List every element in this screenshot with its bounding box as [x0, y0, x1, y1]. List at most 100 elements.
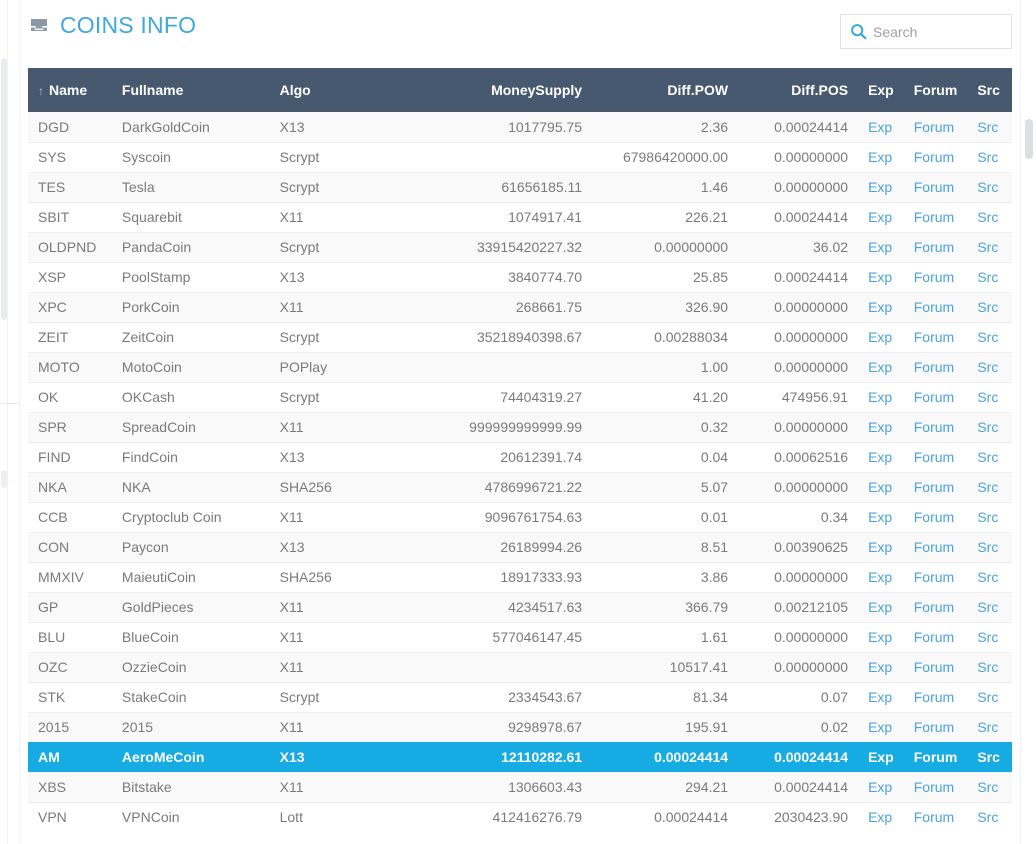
forum-link[interactable]: Forum — [914, 539, 954, 555]
exp-link[interactable]: Exp — [868, 719, 892, 735]
forum-link[interactable]: Forum — [914, 479, 954, 495]
forum-link[interactable]: Forum — [914, 359, 954, 375]
table-row[interactable]: TES Tesla Scrypt 61656185.11 1.46 0.00000000 E… — [28, 171, 1012, 202]
table-row[interactable]: SPR SpreadCoin X11 999999999999.99 0.32 0.000… — [28, 411, 1012, 442]
forum-link[interactable]: Forum — [914, 329, 954, 345]
column-header-name[interactable]: ↑ Name — [28, 68, 112, 112]
forum-link[interactable]: Forum — [914, 149, 954, 165]
table-row[interactable]: AM AeroMeCoin X13 12110282.61 0.00024414 0.00… — [28, 741, 1012, 772]
src-link[interactable]: Src — [977, 389, 998, 405]
column-header-src[interactable]: Src — [967, 68, 1012, 112]
forum-link[interactable]: Forum — [914, 629, 954, 645]
exp-link[interactable]: Exp — [868, 209, 892, 225]
forum-link[interactable]: Forum — [914, 779, 954, 795]
src-link[interactable]: Src — [977, 449, 998, 465]
src-link[interactable]: Src — [977, 479, 998, 495]
table-row[interactable]: SYS Syscoin Scrypt 67986420000.00 0.00000000… — [28, 141, 1012, 172]
table-row[interactable]: ZEIT ZeitCoin Scrypt 35218940398.67 0.002880… — [28, 321, 1012, 352]
src-link[interactable]: Src — [977, 749, 1000, 765]
forum-link[interactable]: Forum — [914, 749, 958, 765]
exp-link[interactable]: Exp — [868, 329, 892, 345]
exp-link[interactable]: Exp — [868, 539, 892, 555]
forum-link[interactable]: Forum — [914, 269, 954, 285]
left-edge-scroll-thumb[interactable] — [1, 58, 7, 320]
page-scrollbar[interactable] — [1020, 0, 1036, 844]
forum-link[interactable]: Forum — [914, 719, 954, 735]
table-row[interactable]: BLU BlueCoin X11 577046147.45 1.61 0.00000000… — [28, 621, 1012, 652]
forum-link[interactable]: Forum — [914, 239, 954, 255]
table-row[interactable]: OK OKCash Scrypt 74404319.27 41.20 474956.91 E… — [28, 381, 1012, 412]
exp-link[interactable]: Exp — [868, 599, 892, 615]
exp-link[interactable]: Exp — [868, 359, 892, 375]
src-link[interactable]: Src — [977, 239, 998, 255]
table-row[interactable]: VPN VPNCoin Lott 412416276.79 0.00024414 2030… — [28, 801, 1012, 832]
src-link[interactable]: Src — [977, 149, 998, 165]
column-header-exp[interactable]: Exp — [858, 68, 904, 112]
table-row[interactable]: 2015 2015 X11 9298978.67 195.91 0.02 Exp Forum S… — [28, 711, 1012, 742]
forum-link[interactable]: Forum — [914, 389, 954, 405]
src-link[interactable]: Src — [977, 809, 998, 825]
src-link[interactable]: Src — [977, 689, 998, 705]
table-row[interactable]: SBIT Squarebit X11 1074917.41 226.21 0.000244… — [28, 201, 1012, 232]
table-row[interactable]: CON Paycon X13 26189994.26 8.51 0.00390625 Exp… — [28, 531, 1012, 562]
src-link[interactable]: Src — [977, 329, 998, 345]
src-link[interactable]: Src — [977, 719, 998, 735]
column-header-diff-pow[interactable]: Diff.POW — [592, 68, 739, 112]
forum-link[interactable]: Forum — [914, 689, 954, 705]
src-link[interactable]: Src — [977, 509, 998, 525]
table-row[interactable]: XBS Bitstake X11 1306603.43 294.21 0.00024414… — [28, 771, 1012, 802]
forum-link[interactable]: Forum — [914, 419, 954, 435]
exp-link[interactable]: Exp — [868, 779, 892, 795]
exp-link[interactable]: Exp — [868, 689, 892, 705]
exp-link[interactable]: Exp — [868, 389, 892, 405]
table-row[interactable]: DGD DarkGoldCoin X13 1017795.75 2.36 0.000244… — [28, 112, 1012, 142]
exp-link[interactable]: Exp — [868, 449, 892, 465]
exp-link[interactable]: Exp — [868, 659, 892, 675]
forum-link[interactable]: Forum — [914, 209, 954, 225]
table-row[interactable]: FIND FindCoin X13 20612391.74 0.04 0.00062516… — [28, 441, 1012, 472]
exp-link[interactable]: Exp — [868, 269, 892, 285]
table-row[interactable]: XSP PoolStamp X13 3840774.70 25.85 0.00024414… — [28, 261, 1012, 292]
exp-link[interactable]: Exp — [868, 629, 892, 645]
exp-link[interactable]: Exp — [868, 569, 892, 585]
table-row[interactable]: GP GoldPieces X11 4234517.63 366.79 0.0021210… — [28, 591, 1012, 622]
table-row[interactable]: OLDPND PandaCoin Scrypt 33915420227.32 0.000… — [28, 231, 1012, 262]
page-scrollbar-thumb[interactable] — [1025, 119, 1033, 159]
src-link[interactable]: Src — [977, 629, 998, 645]
exp-link[interactable]: Exp — [868, 749, 894, 765]
src-link[interactable]: Src — [977, 779, 998, 795]
forum-link[interactable]: Forum — [914, 179, 954, 195]
left-edge-scroll-thumb-secondary[interactable] — [1, 470, 7, 488]
exp-link[interactable]: Exp — [868, 239, 892, 255]
src-link[interactable]: Src — [977, 569, 998, 585]
exp-link[interactable]: Exp — [868, 509, 892, 525]
column-header-forum[interactable]: Forum — [903, 68, 968, 112]
column-header-fullname[interactable]: Fullname — [111, 68, 270, 112]
search-box[interactable] — [840, 14, 1036, 49]
src-link[interactable]: Src — [977, 539, 998, 555]
table-row[interactable]: NKA NKA SHA256 4786996721.22 5.07 0.00000000 E… — [28, 471, 1012, 502]
forum-link[interactable]: Forum — [914, 599, 954, 615]
table-row[interactable]: MOTO MotoCoin POPlay 1.00 0.00000000 Exp Forum… — [28, 351, 1012, 382]
src-link[interactable]: Src — [977, 599, 998, 615]
table-row[interactable]: MMXIV MaieutiCoin SHA256 18917333.93 3.86 0.0… — [28, 561, 1012, 592]
src-link[interactable]: Src — [977, 119, 998, 135]
exp-link[interactable]: Exp — [868, 809, 892, 825]
column-header-moneysupply[interactable]: MoneySupply — [415, 68, 593, 112]
exp-link[interactable]: Exp — [868, 419, 892, 435]
forum-link[interactable]: Forum — [914, 509, 954, 525]
forum-link[interactable]: Forum — [914, 659, 954, 675]
table-row[interactable]: XPC PorkCoin X11 268661.75 326.90 0.00000000 E… — [28, 291, 1012, 322]
exp-link[interactable]: Exp — [868, 149, 892, 165]
table-row[interactable]: STK StakeCoin Scrypt 2334543.67 81.34 0.07 Exp… — [28, 681, 1012, 712]
left-edge-scroll-track[interactable] — [0, 0, 8, 844]
src-link[interactable]: Src — [977, 209, 998, 225]
src-link[interactable]: Src — [977, 299, 998, 315]
exp-link[interactable]: Exp — [868, 119, 892, 135]
search-input[interactable] — [873, 23, 1036, 40]
exp-link[interactable]: Exp — [868, 299, 892, 315]
src-link[interactable]: Src — [977, 179, 998, 195]
table-row[interactable]: OZC OzzieCoin X11 10517.41 0.00000000 Exp Foru… — [28, 651, 1012, 682]
forum-link[interactable]: Forum — [914, 569, 954, 585]
forum-link[interactable]: Forum — [914, 449, 954, 465]
